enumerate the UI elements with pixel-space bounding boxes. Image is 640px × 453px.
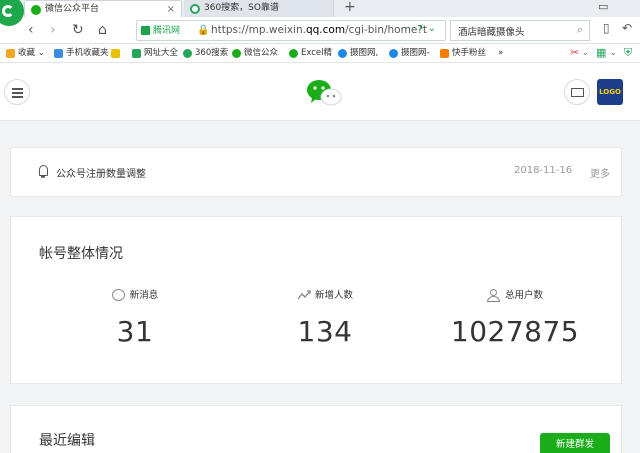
shield-icon[interactable]: ⛨: [624, 46, 632, 60]
stat-value: 31: [116, 315, 154, 348]
lightning-icon: [111, 49, 120, 58]
wechat-logo-icon[interactable]: [306, 78, 342, 108]
window-restore-icon[interactable]: ▭: [598, 0, 608, 13]
bookmark-360[interactable]: 360搜索: [183, 46, 228, 60]
new-broadcast-button[interactable]: 新建群发: [540, 433, 610, 453]
trend-up-icon: [297, 290, 311, 300]
home-icon[interactable]: ⌂: [98, 21, 107, 39]
wechat-icon: [232, 49, 241, 58]
stat-label: 总用户数: [504, 290, 543, 301]
section-title: 帐号整体情况: [39, 246, 123, 262]
mail-icon: [571, 88, 584, 97]
recent-edits-card: 最近编辑 新建群发: [10, 405, 622, 453]
search-input[interactable]: 酒店暗藏摄像头 ⌕: [450, 20, 590, 41]
dropdown-icon[interactable]: ⌄: [582, 46, 589, 60]
notice-date: 2018-11-16: [514, 165, 573, 176]
new-tab-button[interactable]: +: [344, 0, 356, 15]
tab-360-search[interactable]: 360搜索，SO靠谱: [184, 0, 334, 17]
bookmark-excel[interactable]: Excel精: [289, 46, 332, 60]
url-text[interactable]: https://mp.weixin.qq.com/cgi-bin/home?t: [211, 23, 427, 38]
site-icon: [183, 49, 192, 58]
bookmark-favorites[interactable]: 收藏 ⌄: [6, 46, 45, 60]
message-bubble-icon: [111, 289, 125, 301]
menu-button[interactable]: [4, 79, 30, 105]
site-badge[interactable]: 腾讯网: [141, 24, 180, 38]
user-icon: [486, 289, 500, 302]
reload-icon[interactable]: ↻: [72, 21, 84, 39]
site-icon: [338, 49, 347, 58]
account-stats-card: 帐号整体情况 新消息 31 新增人数 134 总用户数 1027875: [10, 216, 622, 384]
search-query: 酒店暗藏摄像头: [458, 27, 525, 38]
stat-value: 1027875: [450, 315, 580, 348]
360-favicon-icon: [190, 4, 200, 14]
grid-apps-icon[interactable]: ▦: [596, 46, 606, 60]
site-icon: [289, 49, 298, 58]
stat-label: 新消息: [129, 290, 159, 301]
tab-title: 360搜索，SO靠谱: [204, 3, 279, 13]
bell-icon: [39, 165, 48, 178]
bookmark-hao[interactable]: 网址大全: [132, 46, 178, 60]
bookmark-sheyu-2[interactable]: 摄图网-: [389, 46, 430, 60]
site-icon: [440, 49, 449, 58]
notice-card: 公众号注册数量调整 2018-11-16 更多: [10, 147, 622, 197]
undo-icon[interactable]: ↶: [622, 21, 632, 35]
tab-title: 微信公众平台: [45, 4, 100, 14]
address-toolbar: ‹ › ↻ ⌂ 腾讯网 🔒 https://mp.weixin.qq.com/c…: [0, 17, 640, 44]
bookmark-wechat[interactable]: 微信公众: [232, 46, 278, 60]
phone-icon: [54, 49, 63, 58]
back-icon[interactable]: ‹: [28, 21, 34, 39]
wechat-mp-header: LOGO: [0, 63, 640, 121]
close-tab-icon[interactable]: ×: [167, 1, 175, 17]
forward-icon[interactable]: ›: [50, 21, 56, 39]
stat-label: 新增人数: [314, 290, 353, 301]
bookmarks-overflow[interactable]: »: [498, 46, 503, 60]
search-icon[interactable]: ⌕: [577, 23, 583, 37]
scissors-icon[interactable]: ✂: [570, 46, 579, 60]
notice-title[interactable]: 公众号注册数量调整: [56, 165, 146, 180]
tab-wechat-mp[interactable]: 微信公众平台 ×: [24, 0, 182, 17]
bookmarks-bar: 收藏 ⌄ 手机收藏夹 网址大全 360搜索 微信公众 Excel精 摄图网, 摄…: [0, 44, 640, 63]
notice-more-link[interactable]: 更多: [590, 165, 610, 180]
stat-value: 134: [297, 315, 353, 348]
stat-new-followers[interactable]: 新增人数 134: [225, 283, 425, 348]
bookmark-mobile[interactable]: 手机收藏夹: [54, 46, 109, 60]
dropdown-icon[interactable]: ⌄: [610, 46, 617, 60]
avatar[interactable]: LOGO: [597, 79, 623, 105]
stat-new-messages[interactable]: 新消息 31: [35, 283, 235, 348]
url-action-icons[interactable]: ⋯⚡⌄: [405, 23, 439, 34]
star-icon: [6, 49, 15, 58]
site-icon: [389, 49, 398, 58]
section-title: 最近编辑: [39, 433, 95, 449]
bookmark-kuaishou[interactable]: 快手粉丝: [440, 46, 486, 60]
sidebar-toggle-icon[interactable]: ▯: [603, 21, 610, 35]
browser-tab-bar: 微信公众平台 × 360搜索，SO靠谱 + ▭: [0, 0, 640, 26]
message-button[interactable]: [564, 79, 590, 105]
address-input[interactable]: 腾讯网 🔒 https://mp.weixin.qq.com/cgi-bin/h…: [136, 20, 446, 41]
stat-total-users[interactable]: 总用户数 1027875: [415, 283, 615, 348]
bookmark-sheyu-1[interactable]: 摄图网,: [338, 46, 378, 60]
wechat-favicon-icon: [31, 5, 41, 15]
lock-icon: 🔒: [197, 25, 210, 36]
site-icon: [132, 49, 141, 58]
